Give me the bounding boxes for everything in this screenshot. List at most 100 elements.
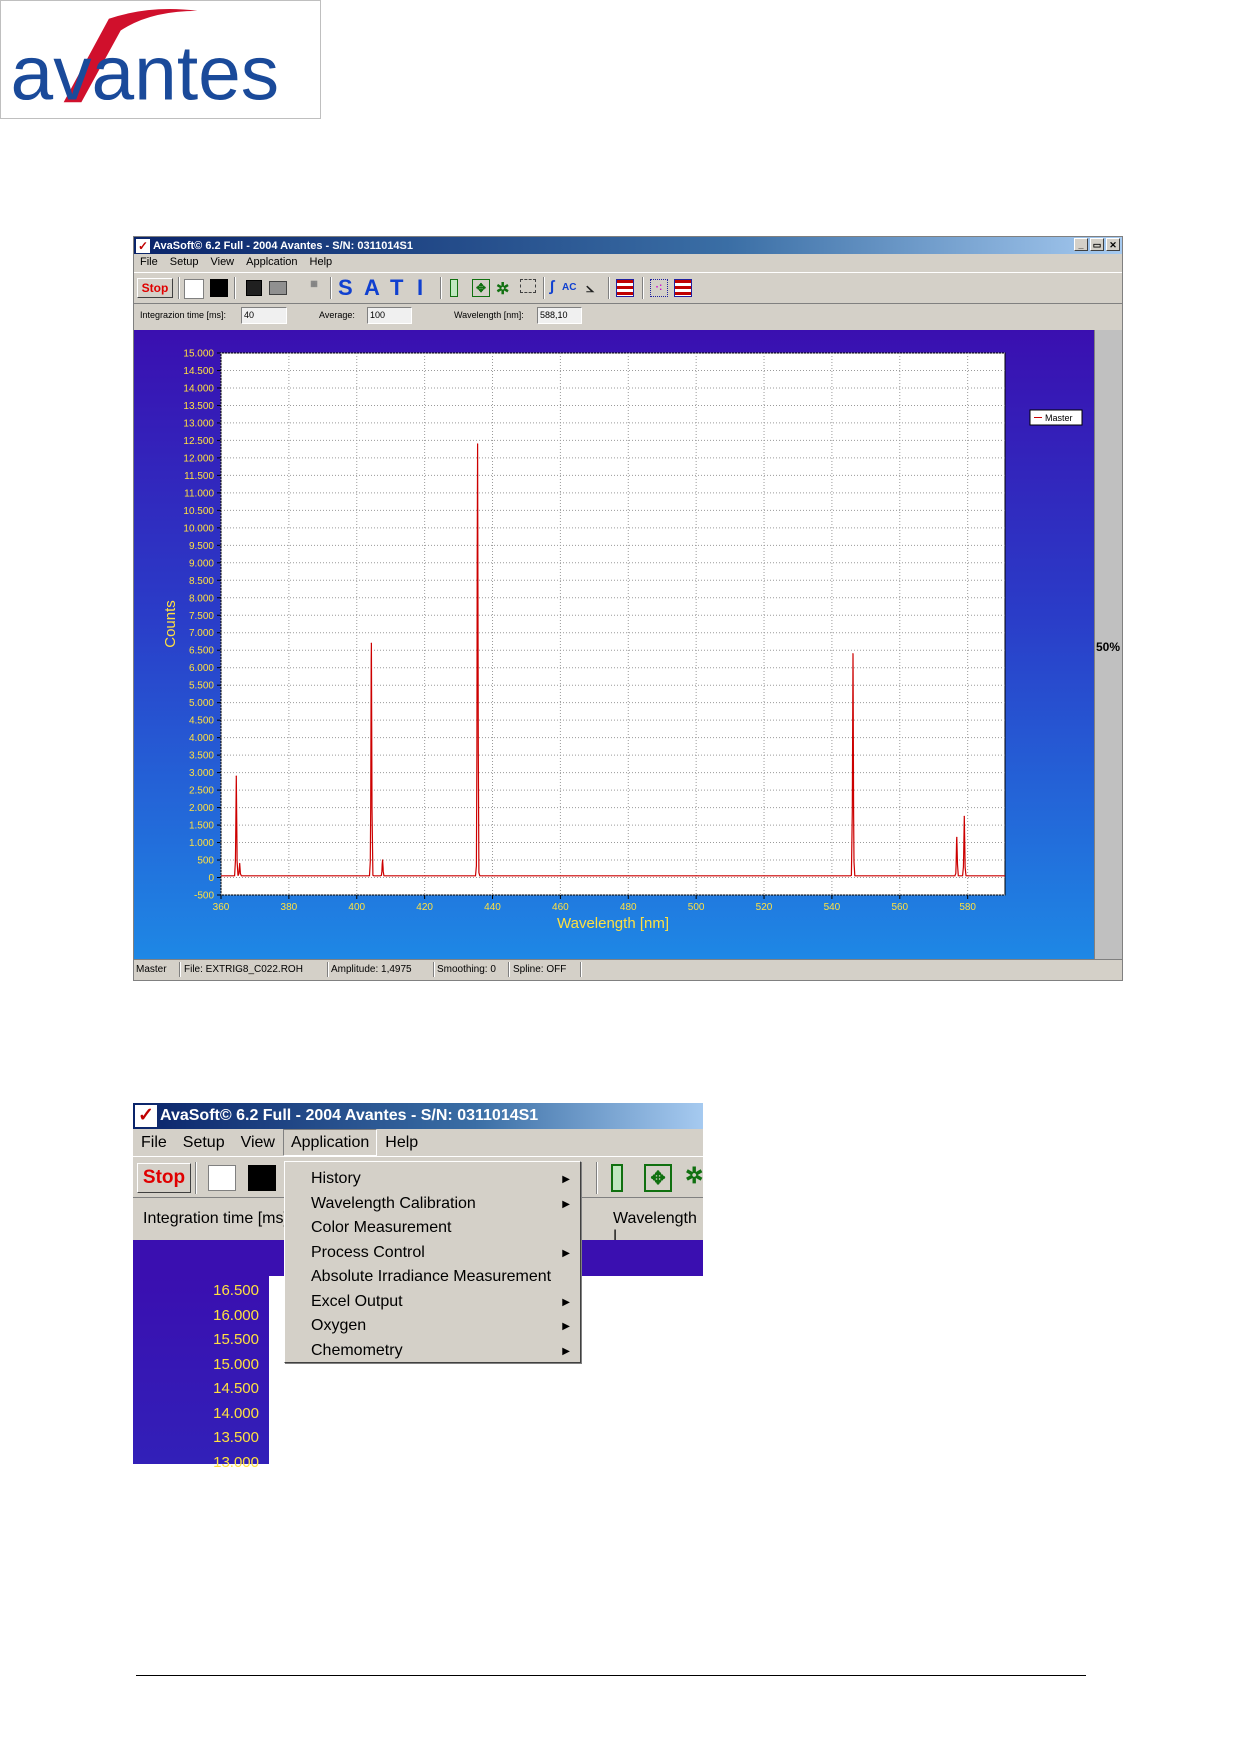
menu-file[interactable]: File [134, 254, 164, 272]
menu-application[interactable]: Application [282, 1129, 378, 1156]
history-channel-icon[interactable] [616, 279, 634, 297]
y-tick-label: 8.000 [189, 593, 214, 604]
y-tick-label: 1.000 [189, 838, 214, 849]
x-tick-label: 480 [620, 902, 637, 913]
menu-view[interactable]: View [204, 254, 240, 272]
y-tick-label: 10.000 [183, 523, 214, 534]
menu-item-oxygen[interactable]: Oxygen [311, 1317, 366, 1335]
y-tick-label: 10.500 [183, 506, 214, 517]
menu-item-color-measurement[interactable]: Color Measurement [311, 1219, 452, 1237]
color-icon[interactable]: ·: [650, 279, 668, 297]
irradiance-mode-button[interactable]: I [417, 275, 423, 301]
status-bar: Master File: EXTRIG8_C022.ROH Amplitude:… [134, 959, 1122, 980]
zoom-in-icon[interactable]: ✲ [685, 1163, 703, 1189]
grid-options-icon[interactable]: ▦ [306, 280, 322, 296]
color-channel-icon[interactable] [674, 279, 692, 297]
avasoft-check-icon: ✓ [135, 1105, 157, 1127]
menu-help[interactable]: Help [304, 254, 339, 272]
y-tick-label: 13.000 [183, 418, 214, 429]
toolbar: Stop ▦ S A T I ✥ ✲ ∫ AC ⦣ ·: [134, 272, 1122, 304]
menu-item-chemometry[interactable]: Chemometry [311, 1342, 403, 1360]
y-tick-label: 1.500 [189, 821, 214, 832]
y-tick-label: 4.500 [189, 716, 214, 727]
menu-bar: File Setup View Applcation Help [134, 254, 1122, 272]
graph-icon[interactable]: ⦣ [586, 279, 594, 296]
average-input[interactable]: 100 [367, 307, 412, 324]
status-divider [327, 962, 329, 977]
saturation-percent: 50% [1096, 640, 1121, 654]
plot-background [220, 352, 1006, 896]
toolbar-separator [195, 1162, 197, 1194]
saturation-bar: 50% [1094, 330, 1122, 960]
menu-application[interactable]: Applcation [240, 254, 303, 272]
y-tick-label: 15.000 [213, 1355, 259, 1373]
y-tick-label: 4.000 [189, 733, 214, 744]
white-reference-icon[interactable] [184, 279, 204, 299]
auto-config-icon[interactable]: AC [562, 282, 576, 293]
autoscale-xy-icon[interactable]: ✥ [472, 279, 490, 297]
save-icon[interactable] [246, 280, 262, 296]
y-tick-label: 0 [208, 873, 214, 884]
restore-button[interactable]: ▭ [1090, 238, 1104, 251]
minimize-button[interactable]: _ [1074, 238, 1088, 251]
dark-reference-icon[interactable] [210, 279, 228, 297]
scope-mode-button[interactable]: S [338, 275, 353, 301]
submenu-arrow-icon: ▶ [562, 1247, 570, 1259]
y-tick-label: 15.000 [183, 349, 214, 360]
logo-text: avantes [11, 31, 280, 116]
menu-item-history[interactable]: History [311, 1170, 361, 1188]
menu-view[interactable]: View [233, 1129, 283, 1156]
zoom-in-icon[interactable]: ✲ [496, 279, 509, 299]
menu-file[interactable]: File [133, 1129, 175, 1156]
average-label: Average: [319, 310, 355, 320]
toolbar-separator [330, 277, 332, 299]
x-tick-label: 560 [891, 902, 908, 913]
print-icon[interactable] [269, 281, 287, 295]
y-tick-label: 11.500 [184, 471, 214, 482]
x-tick-label: 380 [281, 902, 298, 913]
title-bar-zoom: ✓ AvaSoft© 6.2 Full - 2004 Avantes - S/N… [133, 1103, 703, 1129]
title-bar: ✓ AvaSoft© 6.2 Full - 2004 Avantes - S/N… [134, 237, 1122, 254]
status-divider [179, 962, 181, 977]
y-tick-label: 9.500 [189, 541, 214, 552]
menu-item-absolute-irradiance-measurement[interactable]: Absolute Irradiance Measurement [311, 1268, 551, 1286]
wavelength-input[interactable]: 588,10 [537, 307, 582, 324]
y-tick-label: 16.000 [213, 1306, 259, 1324]
integral-icon[interactable]: ∫ [550, 278, 554, 295]
y-tick-label: 14.500 [183, 366, 214, 377]
stop-button[interactable]: Stop [137, 278, 173, 298]
y-tick-label: 16.500 [213, 1282, 259, 1299]
menu-item-excel-output[interactable]: Excel Output [311, 1293, 403, 1311]
y-tick-label: 3.000 [189, 768, 214, 779]
autoscale-y-icon[interactable] [450, 279, 458, 297]
y-tick-label: 7.000 [189, 628, 214, 639]
status-divider [508, 962, 510, 977]
x-axis-label: Wavelength [nm] [557, 915, 669, 932]
transmission-mode-button[interactable]: T [390, 275, 403, 301]
x-tick-label: 360 [213, 902, 230, 913]
stop-button[interactable]: Stop [137, 1163, 191, 1193]
menu-setup[interactable]: Setup [175, 1129, 233, 1156]
integration-time-input[interactable]: 40 [241, 307, 287, 324]
absorbance-mode-button[interactable]: A [364, 275, 380, 301]
submenu-arrow-icon: ▶ [562, 1296, 570, 1308]
menu-item-process-control[interactable]: Process Control [311, 1244, 425, 1262]
autoscale-y-icon[interactable] [611, 1164, 623, 1192]
y-tick-label: 6.000 [189, 663, 214, 674]
menu-help[interactable]: Help [377, 1129, 426, 1156]
dark-reference-icon[interactable] [248, 1165, 276, 1191]
y-tick-label: 2.500 [189, 786, 214, 797]
white-reference-icon[interactable] [208, 1165, 236, 1191]
menu-item-wavelength-calibration[interactable]: Wavelength Calibration [311, 1195, 476, 1213]
toolbar-separator [543, 277, 545, 299]
close-button[interactable]: ✕ [1106, 238, 1120, 251]
autoscale-xy-icon[interactable]: ✥ [644, 1164, 672, 1192]
wavelength-label: Wavelength [nm]: [454, 310, 524, 320]
parameter-row: Integrazion time [ms]: 40 Average: 100 W… [134, 303, 1122, 327]
y-tick-label: 7.500 [189, 611, 214, 622]
status-amplitude: Amplitude: 1,4975 [331, 964, 412, 975]
zoom-rectangle-icon[interactable] [520, 279, 536, 293]
menu-setup[interactable]: Setup [164, 254, 205, 272]
spectrum-peak-point [852, 653, 854, 655]
submenu-arrow-icon: ▶ [562, 1198, 570, 1210]
